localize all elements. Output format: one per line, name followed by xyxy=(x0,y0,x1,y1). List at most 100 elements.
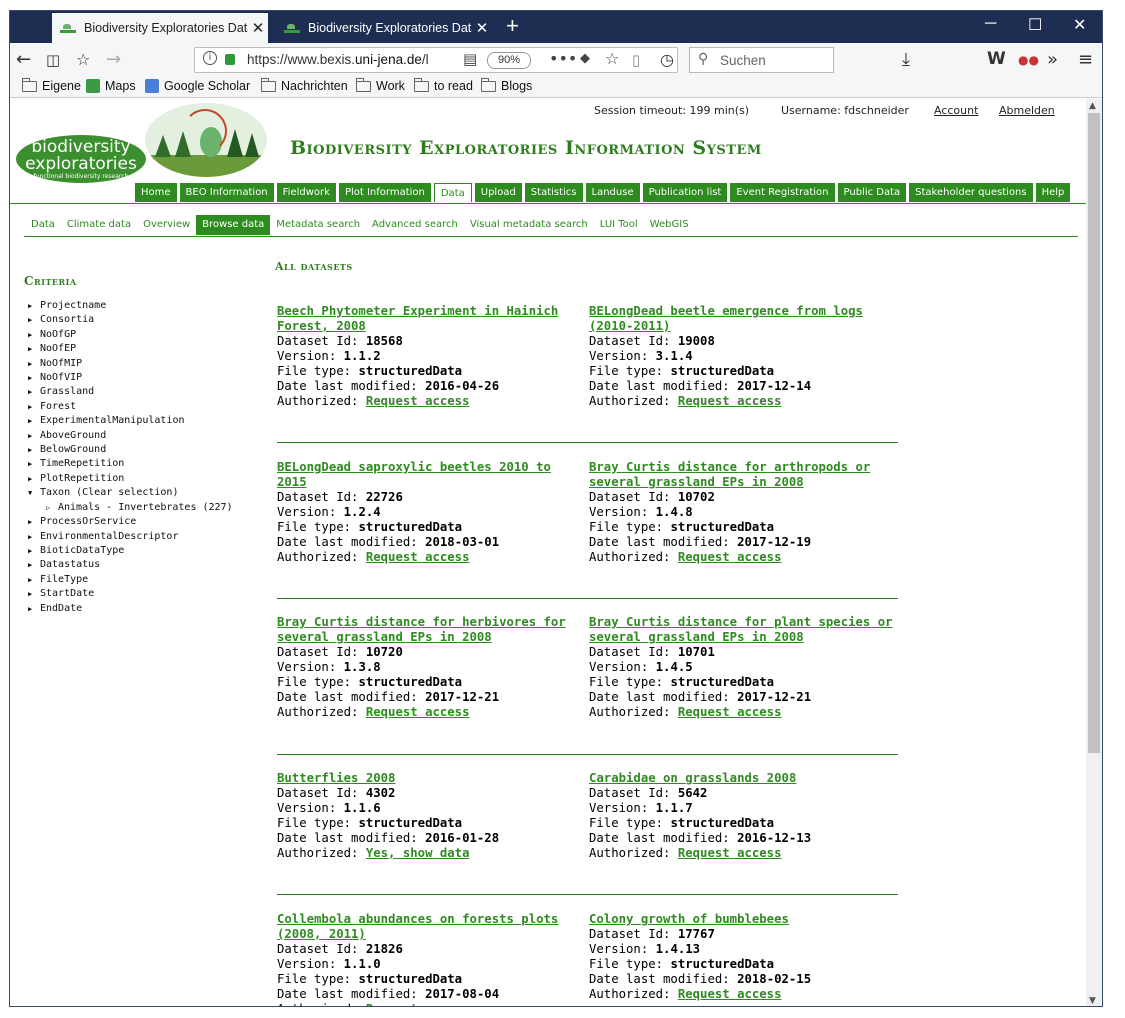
dataset-title-link[interactable]: Collembola abundances on forests plots (… xyxy=(277,912,558,941)
collapsed-triangle-icon[interactable]: ▶ xyxy=(28,329,40,342)
scroll-up-icon[interactable]: ▲ xyxy=(1089,101,1096,111)
expanded-triangle-icon[interactable]: ▼ xyxy=(28,487,40,500)
main-nav-statistics[interactable]: Statistics xyxy=(524,183,583,202)
collapsed-triangle-icon[interactable]: ▶ xyxy=(28,516,40,529)
collapsed-triangle-icon[interactable]: ▶ xyxy=(28,545,40,558)
dataset-title-link[interactable]: Bray Curtis distance for arthropods or s… xyxy=(589,460,870,489)
collapsed-triangle-icon[interactable]: ▶ xyxy=(28,343,40,356)
access-link[interactable]: Request access xyxy=(366,1002,470,1006)
page-actions-icon[interactable]: ••• xyxy=(549,49,577,68)
collapsed-triangle-icon[interactable]: ▶ xyxy=(28,300,40,313)
criteria-item[interactable]: ▶ Consortia xyxy=(28,313,233,327)
dataset-title-link[interactable]: Beech Phytometer Experiment in Hainich F… xyxy=(277,304,558,333)
access-link[interactable]: Request access xyxy=(678,550,782,564)
access-link[interactable]: Request access xyxy=(366,394,470,408)
forward-icon[interactable]: → xyxy=(106,49,121,70)
criteria-item[interactable]: ▶ Projectname xyxy=(28,299,233,313)
main-nav-home[interactable]: Home xyxy=(135,183,177,202)
bookmark-star-icon[interactable]: ☆ xyxy=(605,49,619,68)
outline-triangle-icon[interactable]: ▷ xyxy=(46,502,58,515)
criteria-item[interactable]: ▶ Grassland xyxy=(28,385,233,399)
sub-nav-visual-metadata-search[interactable]: Visual metadata search xyxy=(464,215,594,235)
sub-nav-webgis[interactable]: WebGIS xyxy=(644,215,695,235)
zoom-indicator[interactable]: 90% xyxy=(487,52,531,69)
bookmark-to-read[interactable]: to read xyxy=(414,77,473,93)
collapsed-triangle-icon[interactable]: ▶ xyxy=(28,588,40,601)
back-icon[interactable]: ← xyxy=(16,49,31,70)
collapsed-triangle-icon[interactable]: ▶ xyxy=(28,473,40,486)
dataset-title-link[interactable]: Bray Curtis distance for herbivores for … xyxy=(277,615,566,644)
bookmark-blogs[interactable]: Blogs xyxy=(481,77,532,93)
main-nav-stakeholder-questions[interactable]: Stakeholder questions xyxy=(909,183,1033,202)
collapsed-triangle-icon[interactable]: ▶ xyxy=(28,458,40,471)
criteria-item[interactable]: ▶ Forest xyxy=(28,400,233,414)
search-field[interactable]: ⚲ Suchen xyxy=(689,47,834,73)
criteria-item[interactable]: ▶ NoOfMIP xyxy=(28,357,233,371)
biodiversity-exploratories-logo[interactable]: biodiversity exploratories functional bi… xyxy=(16,135,146,183)
criteria-item[interactable]: ▶ ProcessOrService xyxy=(28,515,233,529)
criteria-item[interactable]: ▶ EndDate xyxy=(28,602,233,616)
access-link[interactable]: Request access xyxy=(678,394,782,408)
account-link[interactable]: Account xyxy=(934,104,978,117)
collapsed-triangle-icon[interactable]: ▶ xyxy=(28,531,40,544)
main-nav-landuse[interactable]: Landuse xyxy=(585,183,640,202)
access-link[interactable]: Request access xyxy=(678,705,782,719)
wallabag-icon[interactable]: W xyxy=(987,49,1006,69)
criteria-item[interactable]: ▶ PlotRepetition xyxy=(28,472,233,486)
dataset-title-link[interactable]: Butterflies 2008 xyxy=(277,771,395,785)
main-nav-event-registration[interactable]: Event Registration xyxy=(730,183,835,202)
access-link[interactable]: Request access xyxy=(366,550,470,564)
sub-nav-advanced-search[interactable]: Advanced search xyxy=(366,215,464,235)
bookmark-nachrichten[interactable]: Nachrichten xyxy=(261,77,348,93)
criteria-item[interactable]: ▶ EnvironmentalDescriptor xyxy=(28,530,233,544)
hamburger-menu-icon[interactable]: ≡ xyxy=(1078,49,1093,70)
access-link[interactable]: Request access xyxy=(678,846,782,860)
sub-nav-metadata-search[interactable]: Metadata search xyxy=(270,215,366,235)
history-icon[interactable]: ◷ xyxy=(660,50,674,69)
main-nav-beo-information[interactable]: BEO Information xyxy=(179,183,274,202)
dataset-title-link[interactable]: Colony growth of bumblebees xyxy=(589,912,789,926)
criteria-item[interactable]: ▶ NoOfVIP xyxy=(28,371,233,385)
overflow-menu-icon[interactable]: » xyxy=(1047,49,1058,70)
new-tab-button[interactable]: + xyxy=(506,13,519,39)
reader-view-icon[interactable]: ▤ xyxy=(463,50,477,68)
pocket-icon[interactable]: ☆ xyxy=(76,50,90,69)
bookmark-eigene[interactable]: Eigene xyxy=(22,77,81,93)
minimize-icon[interactable]: ─ xyxy=(985,15,996,33)
dataset-title-link[interactable]: BELongDead beetle emergence from logs (2… xyxy=(589,304,863,333)
dataset-title-link[interactable]: Carabidae on grasslands 2008 xyxy=(589,771,796,785)
bookmark-maps[interactable]: Maps xyxy=(86,79,136,93)
main-nav-help[interactable]: Help xyxy=(1035,183,1071,202)
extension-icon[interactable]: ●● xyxy=(1018,53,1039,67)
criteria-item[interactable]: ▶ Datastatus xyxy=(28,558,233,572)
collapsed-triangle-icon[interactable]: ▶ xyxy=(28,358,40,371)
sub-nav-data[interactable]: Data xyxy=(25,215,61,235)
dataset-title-link[interactable]: Bray Curtis distance for plant species o… xyxy=(589,615,893,644)
close-tab-icon[interactable]: ✕ xyxy=(472,19,492,37)
sub-nav-overview[interactable]: Overview xyxy=(137,215,196,235)
sub-nav-lui-tool[interactable]: LUI Tool xyxy=(594,215,644,235)
pocket-save-icon[interactable]: ◆ xyxy=(580,51,590,66)
browser-tab-active[interactable]: Biodiversity Exploratories Datab ✕ xyxy=(52,13,268,43)
main-nav-public-data[interactable]: Public Data xyxy=(837,183,907,202)
scroll-down-icon[interactable]: ▼ xyxy=(1089,996,1096,1006)
collapsed-triangle-icon[interactable]: ▶ xyxy=(28,314,40,327)
criteria-item[interactable]: ▶ BelowGround xyxy=(28,443,233,457)
collapsed-triangle-icon[interactable]: ▶ xyxy=(28,415,40,428)
maximize-icon[interactable]: ☐ xyxy=(1028,15,1042,35)
main-nav-upload[interactable]: Upload xyxy=(474,183,522,202)
dataset-title-link[interactable]: BELongDead saproxylic beetles 2010 to 20… xyxy=(277,460,551,489)
collapsed-triangle-icon[interactable]: ▶ xyxy=(28,574,40,587)
criteria-item[interactable]: ▷ Animals - Invertebrates (227) xyxy=(28,501,233,515)
close-tab-icon[interactable]: ✕ xyxy=(248,19,268,37)
criteria-item[interactable]: ▶ FileType xyxy=(28,573,233,587)
collapsed-triangle-icon[interactable]: ▶ xyxy=(28,430,40,443)
main-nav-publication-list[interactable]: Publication list xyxy=(642,183,728,202)
collapsed-triangle-icon[interactable]: ▶ xyxy=(28,603,40,616)
access-link[interactable]: Request access xyxy=(366,705,470,719)
scrollbar-thumb[interactable] xyxy=(1088,113,1100,753)
collapsed-triangle-icon[interactable]: ▶ xyxy=(28,559,40,572)
main-nav-data[interactable]: Data xyxy=(433,183,472,202)
criteria-item[interactable]: ▶ NoOfEP xyxy=(28,342,233,356)
bookmark-work[interactable]: Work xyxy=(356,77,405,93)
